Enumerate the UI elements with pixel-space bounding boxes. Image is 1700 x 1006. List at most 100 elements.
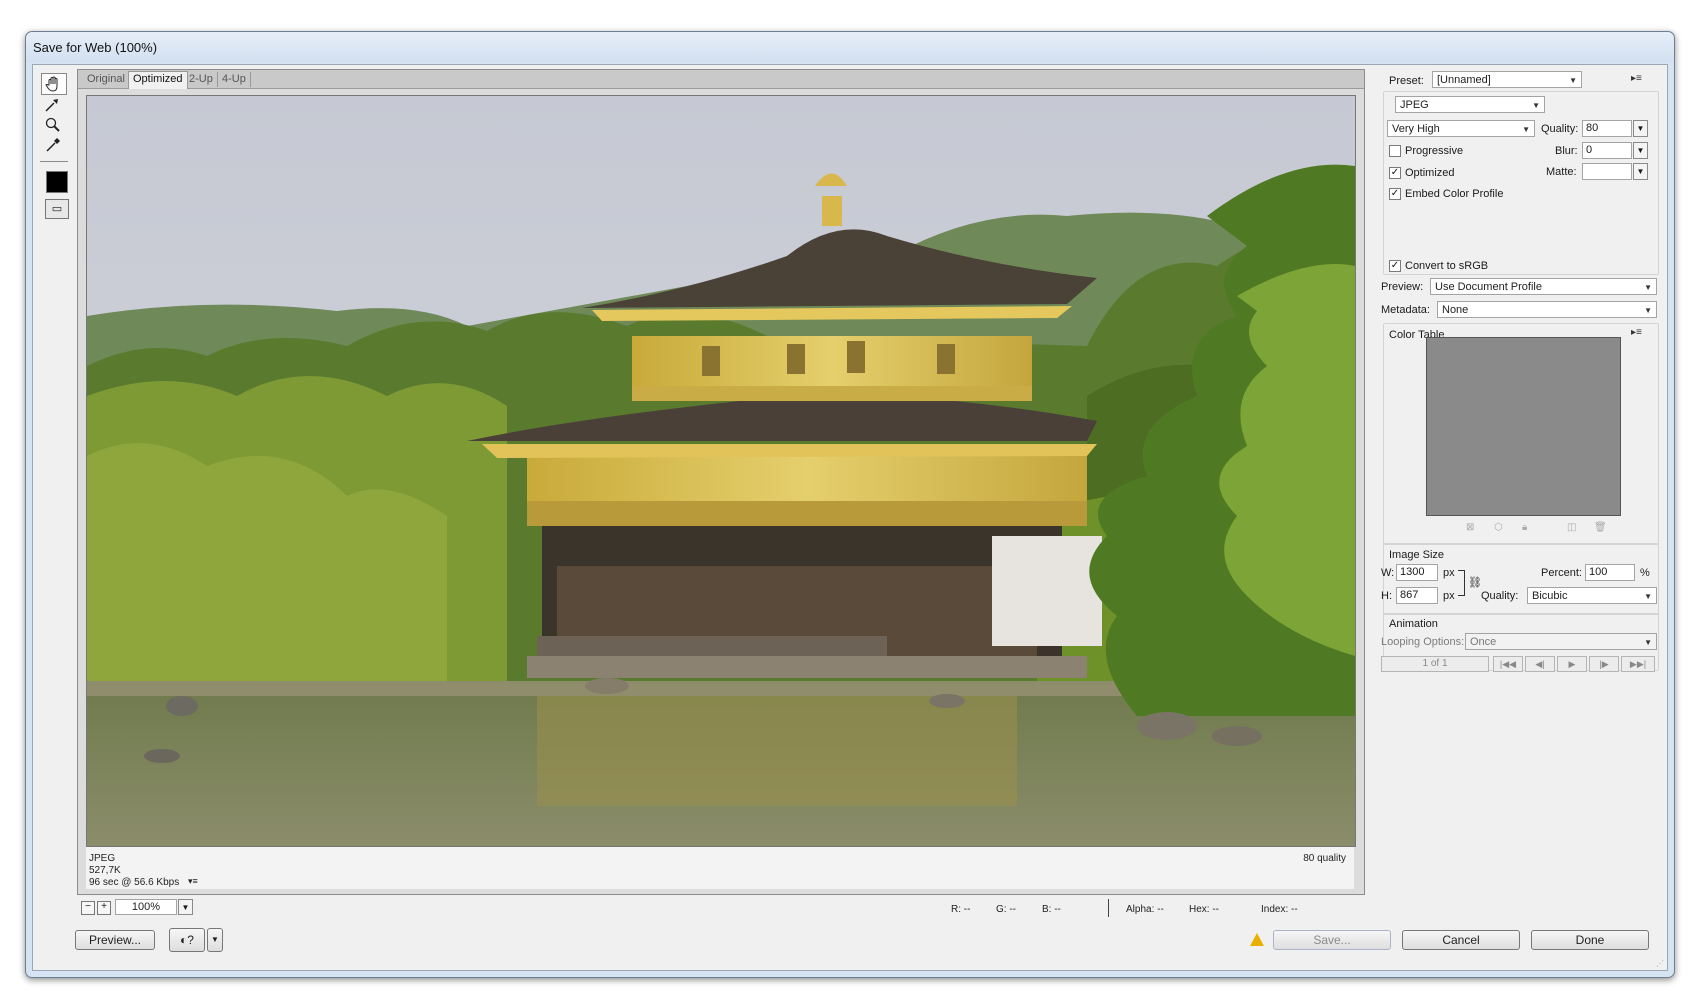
resize-grip-icon[interactable]: ⋰ bbox=[1656, 959, 1664, 968]
looping-options-label: Looping Options: bbox=[1381, 636, 1465, 648]
preview-profile-value: Use Document Profile bbox=[1435, 281, 1542, 293]
image-size-label: Image Size bbox=[1389, 549, 1445, 561]
embed-color-profile-label: Embed Color Profile bbox=[1405, 188, 1504, 200]
looping-options-value: Once bbox=[1470, 636, 1497, 648]
status-divider bbox=[1108, 899, 1109, 917]
format-dropdown[interactable]: JPEG ▼ bbox=[1395, 96, 1545, 113]
progressive-checkbox[interactable] bbox=[1389, 145, 1401, 157]
zoom-level-field[interactable]: 100% bbox=[115, 899, 177, 915]
preset-dropdown[interactable]: [Unnamed] ▼ bbox=[1432, 71, 1582, 88]
dialog-client-area: ▭ Original Optimized 2-Up 4-Up JPEG 527,… bbox=[32, 64, 1668, 971]
matte-dropdown-icon[interactable]: ▼ bbox=[1633, 163, 1648, 180]
percent-input[interactable]: 100 bbox=[1585, 564, 1635, 581]
new-color-icon[interactable]: ◫ bbox=[1567, 522, 1576, 533]
chevron-down-icon: ▼ bbox=[1644, 306, 1652, 315]
slice-select-icon[interactable] bbox=[41, 95, 65, 115]
optimized-label: Optimized bbox=[1405, 167, 1455, 179]
metadata-label: Metadata: bbox=[1381, 304, 1430, 316]
quality-label: Quality: bbox=[1541, 123, 1579, 135]
width-unit: px bbox=[1443, 567, 1455, 579]
embed-color-profile-checkbox[interactable]: ✓ bbox=[1389, 188, 1401, 200]
chevron-down-icon: ▼ bbox=[1522, 125, 1530, 134]
format-value: JPEG bbox=[1400, 99, 1429, 111]
blur-label: Blur: bbox=[1555, 145, 1578, 157]
tab-original[interactable]: Original bbox=[83, 72, 130, 87]
first-frame-icon[interactable]: |◀◀ bbox=[1493, 656, 1523, 672]
chevron-down-icon: ▼ bbox=[1569, 76, 1577, 85]
color-table-swatches[interactable] bbox=[1426, 337, 1621, 516]
browser-preview-dropdown-icon[interactable]: ▼ bbox=[207, 928, 223, 952]
zoom-out-icon[interactable]: − bbox=[81, 901, 95, 915]
done-button[interactable]: Done bbox=[1531, 930, 1649, 950]
toolbox: ▭ bbox=[38, 69, 69, 247]
toolbox-divider bbox=[40, 161, 68, 162]
quality-slider-icon[interactable]: ▼ bbox=[1633, 120, 1648, 137]
chain-link-icon[interactable]: ⛓ bbox=[1468, 576, 1482, 589]
settings-group bbox=[1383, 91, 1659, 275]
width-label: W: bbox=[1381, 567, 1395, 579]
toggle-slices-visibility-icon[interactable]: ▭ bbox=[45, 199, 69, 219]
cancel-button[interactable]: Cancel bbox=[1402, 930, 1520, 950]
convert-srgb-checkbox[interactable]: ✓ bbox=[1389, 260, 1401, 272]
optimized-checkbox[interactable]: ✓ bbox=[1389, 167, 1401, 179]
chevron-down-icon: ▼ bbox=[1532, 101, 1540, 110]
last-frame-icon[interactable]: ▶▶| bbox=[1621, 656, 1655, 672]
zoom-icon[interactable] bbox=[41, 115, 65, 135]
next-frame-icon[interactable]: |▶ bbox=[1589, 656, 1619, 672]
blur-slider-icon[interactable]: ▼ bbox=[1633, 142, 1648, 159]
resample-quality-value: Bicubic bbox=[1532, 590, 1568, 602]
height-unit: px bbox=[1443, 590, 1455, 602]
compression-quality-value: Very High bbox=[1392, 123, 1440, 135]
info-format: JPEG bbox=[89, 853, 116, 864]
tab-optimized[interactable]: Optimized bbox=[128, 71, 188, 89]
resample-quality-dropdown[interactable]: Bicubic ▼ bbox=[1527, 587, 1657, 604]
metadata-dropdown[interactable]: None ▼ bbox=[1437, 301, 1657, 318]
view-tabs: Original Optimized 2-Up 4-Up bbox=[78, 70, 1364, 89]
zoom-in-icon[interactable]: + bbox=[97, 901, 111, 915]
width-input[interactable]: 1300 bbox=[1396, 564, 1438, 581]
animation-label: Animation bbox=[1389, 618, 1438, 630]
status-r: R: -- bbox=[951, 904, 971, 915]
percent-unit: % bbox=[1640, 567, 1650, 579]
progressive-label: Progressive bbox=[1405, 145, 1464, 157]
image-preview-area: Original Optimized 2-Up 4-Up JPEG 527,7K… bbox=[77, 69, 1365, 895]
trash-icon[interactable]: 🗑︎ bbox=[1594, 522, 1607, 533]
eyedropper-color-swatch[interactable] bbox=[46, 171, 68, 193]
constrain-bracket bbox=[1458, 570, 1465, 596]
image-info-bar: JPEG 527,7K 96 sec @ 56.6 Kbps ▾≡ 80 qua… bbox=[86, 847, 1354, 889]
quality-input[interactable]: 80 bbox=[1582, 120, 1632, 137]
matte-color-field[interactable] bbox=[1582, 163, 1632, 180]
optimize-menu-icon[interactable]: ▸≡ bbox=[1631, 73, 1642, 84]
blur-input[interactable]: 0 bbox=[1582, 142, 1632, 159]
color-table-menu-icon[interactable]: ▸≡ bbox=[1631, 327, 1642, 338]
previous-frame-icon[interactable]: ◀| bbox=[1525, 656, 1555, 672]
browser-preview-icon[interactable]: ◐? bbox=[169, 928, 205, 952]
save-for-web-dialog: Save for Web (100%) ▭ Original Optimized… bbox=[25, 31, 1675, 978]
window-title: Save for Web (100%) bbox=[33, 40, 158, 55]
map-to-transparent-icon[interactable]: ⊠ bbox=[1466, 522, 1474, 533]
download-time-menu-icon[interactable]: ▾≡ bbox=[188, 876, 198, 887]
title-bar[interactable]: Save for Web (100%) bbox=[26, 32, 1674, 62]
zoom-level-dropdown-icon[interactable]: ▼ bbox=[178, 899, 193, 915]
matte-label: Matte: bbox=[1546, 166, 1577, 178]
frame-counter: 1 of 1 bbox=[1381, 656, 1489, 672]
compression-quality-dropdown[interactable]: Very High ▼ bbox=[1387, 120, 1535, 137]
status-index: Index: -- bbox=[1261, 904, 1298, 915]
zoom-level-value: 100% bbox=[131, 901, 161, 913]
preview-profile-dropdown[interactable]: Use Document Profile ▼ bbox=[1430, 278, 1657, 295]
convert-srgb-label: Convert to sRGB bbox=[1405, 260, 1489, 272]
lock-icon[interactable]: 🔒︎ bbox=[1522, 522, 1527, 533]
chevron-down-icon: ▼ bbox=[1644, 592, 1652, 601]
looping-options-dropdown[interactable]: Once ▼ bbox=[1465, 633, 1657, 650]
web-shift-icon[interactable]: ⬡ bbox=[1494, 522, 1503, 533]
eyedropper-icon[interactable] bbox=[41, 135, 65, 155]
hand-tool-icon[interactable] bbox=[41, 73, 67, 95]
height-input[interactable]: 867 bbox=[1396, 587, 1438, 604]
metadata-value: None bbox=[1442, 304, 1469, 316]
optimized-image-preview[interactable] bbox=[86, 95, 1356, 847]
tab-4-up[interactable]: 4-Up bbox=[218, 72, 251, 87]
save-button[interactable]: Save... bbox=[1273, 930, 1391, 950]
play-icon[interactable]: ▶ bbox=[1557, 656, 1587, 672]
preview-button[interactable]: Preview... bbox=[75, 930, 155, 950]
tab-2-up[interactable]: 2-Up bbox=[185, 72, 218, 87]
